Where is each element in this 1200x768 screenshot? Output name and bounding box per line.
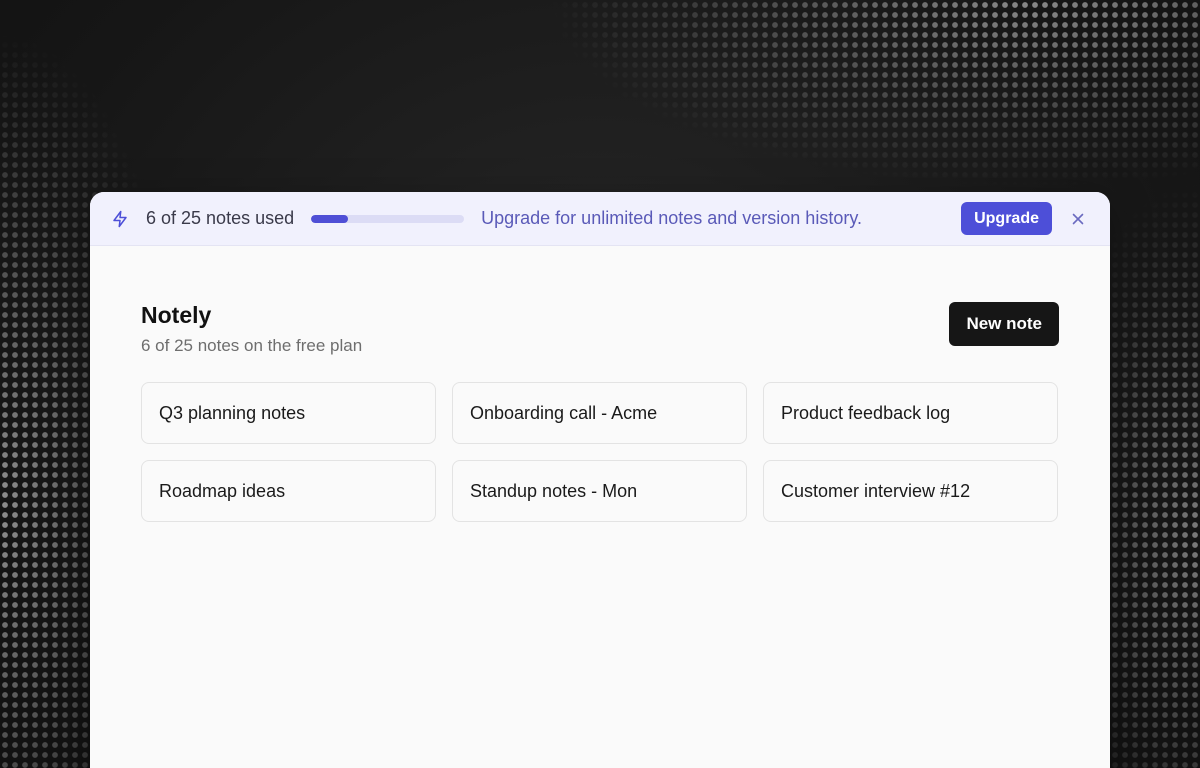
- usage-count: 6 of 25 notes used: [146, 208, 295, 228]
- note-title: Product feedback log: [781, 402, 951, 423]
- note-title: Q3 planning notes: [159, 402, 306, 423]
- note-card[interactable]: Customer interview #12: [763, 460, 1058, 522]
- usage-progress-fill: [311, 214, 348, 223]
- note-title: Onboarding call - Acme: [470, 402, 658, 423]
- note-title: Standup notes - Mon: [470, 480, 638, 501]
- notes-grid: Q3 planning notes Onboarding call - Acme…: [141, 382, 1059, 522]
- upgrade-button[interactable]: Upgrade: [961, 202, 1052, 235]
- page-subtitle: 6 of 25 notes on the free plan: [141, 336, 363, 355]
- note-title: Customer interview #12: [781, 480, 971, 501]
- app-window: 6 of 25 notes used Upgrade for unlimited…: [90, 192, 1110, 768]
- note-card[interactable]: Roadmap ideas: [141, 460, 436, 522]
- new-note-button[interactable]: New note: [949, 302, 1059, 346]
- main-content: Notely 6 of 25 notes on the free plan Ne…: [90, 246, 1110, 522]
- note-card[interactable]: Q3 planning notes: [141, 382, 436, 444]
- usage-banner: 6 of 25 notes used Upgrade for unlimited…: [90, 192, 1110, 246]
- note-card[interactable]: Standup notes - Mon: [452, 460, 747, 522]
- usage-progress-bar: [311, 214, 465, 223]
- page-title: Notely: [141, 302, 212, 328]
- close-icon[interactable]: [1070, 211, 1086, 227]
- bolt-icon: [110, 209, 130, 229]
- note-title: Roadmap ideas: [159, 480, 286, 501]
- note-card[interactable]: Onboarding call - Acme: [452, 382, 747, 444]
- upgrade-message: Upgrade for unlimited notes and version …: [481, 208, 862, 228]
- note-card[interactable]: Product feedback log: [763, 382, 1058, 444]
